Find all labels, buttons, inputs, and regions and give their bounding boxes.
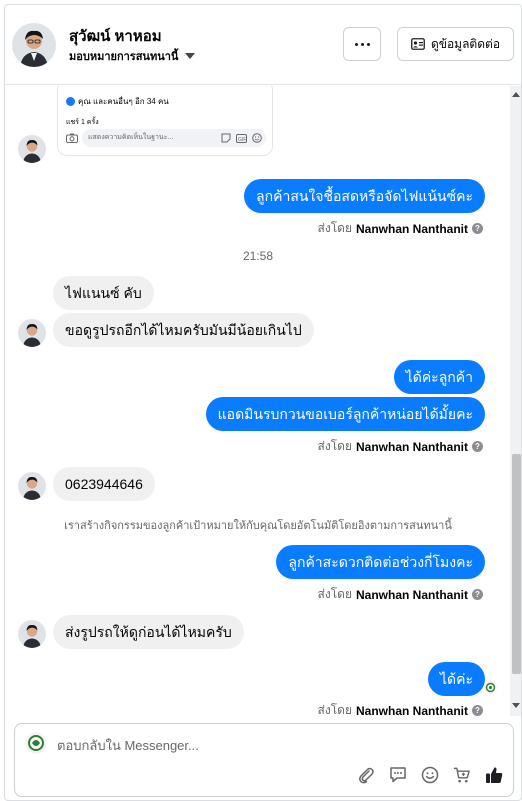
- sent-by-label: ส่งโดย Nanwhan Nanthanit ?: [318, 219, 483, 238]
- sent-by-prefix: ส่งโดย: [317, 439, 352, 453]
- view-contact-info-label: ดูข้อมูลติดต่อ: [430, 36, 501, 51]
- more-icon: [354, 42, 370, 46]
- shared-post-card[interactable]: คุณ และคนอื่นๆ อีก 34 คน แชร์ 1 ครั้ง แส…: [57, 86, 273, 156]
- emoji-button[interactable]: [421, 766, 439, 784]
- more-options-button[interactable]: [343, 27, 381, 61]
- page-avatar: [25, 732, 47, 754]
- sticker-icon[interactable]: [221, 133, 231, 143]
- message-timestamp: 21:58: [242, 249, 274, 263]
- incoming-message[interactable]: ไฟแนนซ์ คับ: [53, 276, 154, 310]
- like-reaction-icon: [66, 97, 75, 106]
- sent-by-name: Nanwhan Nanthanit: [355, 587, 468, 602]
- assign-conversation-dropdown[interactable]: มอบหมายการสนทนานี้: [69, 47, 196, 65]
- inbox-conversation-panel: สุวัฒน์ หาหอม มอบหมายการสนทนานี้ ดูข้อมู…: [4, 4, 522, 801]
- outgoing-message[interactable]: ลูกค้าสะดวกติดต่อช่วงกี่โมงคะ: [276, 545, 485, 579]
- help-icon[interactable]: ?: [472, 223, 483, 234]
- caret-down-icon: [185, 53, 196, 59]
- sent-by-prefix: ส่งโดย: [317, 587, 352, 601]
- outgoing-message[interactable]: ได้ค่ะ: [427, 662, 485, 696]
- outgoing-message[interactable]: ได้ค่ะลูกค้า: [393, 360, 485, 394]
- view-contact-info-button[interactable]: ดูข้อมูลติดต่อ: [397, 27, 514, 61]
- sent-by-label: ส่งโดย Nanwhan Nanthanit ?: [318, 701, 483, 716]
- seen-avatar-icon: [484, 681, 497, 694]
- sent-by-name: Nanwhan Nanthanit: [355, 221, 468, 236]
- contact-avatar-small: [18, 472, 46, 500]
- sent-by-label: ส่งโดย Nanwhan Nanthanit ?: [318, 437, 483, 456]
- incoming-message[interactable]: ส่งรูปรถให้ดูก่อนได้ไหมครับ: [53, 615, 244, 649]
- help-icon[interactable]: ?: [472, 441, 483, 452]
- incoming-message[interactable]: 0623944646: [53, 467, 155, 501]
- saved-reply-icon: [390, 767, 406, 783]
- post-reactions: คุณ และคนอื่นๆ อีก 34 คน: [66, 95, 169, 108]
- reply-composer: [14, 723, 514, 797]
- conversation-header: สุวัฒน์ หาหอม มอบหมายการสนทนานี้ ดูข้อมู…: [5, 5, 521, 85]
- saved-reply-button[interactable]: [389, 766, 407, 784]
- post-reactions-text: คุณ และคนอื่นๆ อีก 34 คน: [78, 97, 169, 106]
- outgoing-message[interactable]: แอดมินรบกวนขอเบอร์ลูกค้าหน่อยได้มั้ยคะ: [205, 397, 485, 431]
- scrollbar[interactable]: [510, 86, 521, 716]
- thumbs-up-button[interactable]: [485, 766, 503, 784]
- scroll-down-arrow-icon[interactable]: [512, 703, 520, 708]
- contact-card-icon: [411, 38, 425, 50]
- cart-icon: [453, 767, 470, 783]
- incoming-message[interactable]: ขอดูรูปรถอีกได้ไหมครับมันมีน้อยเกินไป: [53, 313, 314, 347]
- thumbs-up-icon: [486, 767, 503, 783]
- sent-by-prefix: ส่งโดย: [317, 221, 352, 235]
- contact-name: สุวัฒน์ หาหอม: [69, 28, 162, 45]
- help-icon[interactable]: ?: [472, 589, 483, 600]
- contact-avatar-small: [18, 319, 46, 347]
- svg-text:GIF: GIF: [238, 136, 246, 142]
- sent-by-label: ส่งโดย Nanwhan Nanthanit ?: [318, 585, 483, 604]
- help-icon[interactable]: ?: [472, 705, 483, 716]
- contact-avatar-small: [18, 620, 46, 648]
- attachment-icon: [359, 767, 374, 784]
- contact-avatar-small: [18, 135, 46, 163]
- add-to-cart-button[interactable]: [453, 766, 471, 784]
- assign-conversation-label: มอบหมายการสนทนานี้: [69, 51, 179, 63]
- post-comment-placeholder: แสดงความคิดเห็นในฐานะ...: [88, 134, 174, 141]
- composer-toolbar: [357, 766, 503, 784]
- sent-by-name: Nanwhan Nanthanit: [355, 439, 468, 454]
- emoji-icon[interactable]: [252, 133, 262, 143]
- gif-icon[interactable]: GIF: [236, 133, 247, 143]
- outgoing-message[interactable]: ลูกค้าสนใจชื้อสดหรือจัดไฟแน้นซ์คะ: [244, 179, 485, 213]
- message-list[interactable]: คุณ และคนอื่นๆ อีก 34 คน แชร์ 1 ครั้ง แส…: [5, 86, 521, 716]
- post-comment-bar: แสดงความคิดเห็นในฐานะ... GIF: [66, 127, 266, 149]
- camera-icon[interactable]: [66, 133, 78, 143]
- emoji-icon: [421, 766, 439, 784]
- scrollbar-thumb[interactable]: [512, 454, 521, 674]
- scroll-up-arrow-icon[interactable]: [512, 92, 520, 97]
- sent-by-name: Nanwhan Nanthanit: [355, 703, 468, 717]
- sent-by-prefix: ส่งโดย: [317, 703, 352, 716]
- reply-input[interactable]: [57, 736, 477, 754]
- contact-avatar[interactable]: [12, 23, 56, 67]
- post-comment-input[interactable]: แสดงความคิดเห็นในฐานะ... GIF: [82, 129, 266, 147]
- attachment-button[interactable]: [357, 766, 375, 784]
- system-note: เราสร้างกิจกรรมของลูกค้าเป้าหมายให้กับคุ…: [64, 520, 452, 532]
